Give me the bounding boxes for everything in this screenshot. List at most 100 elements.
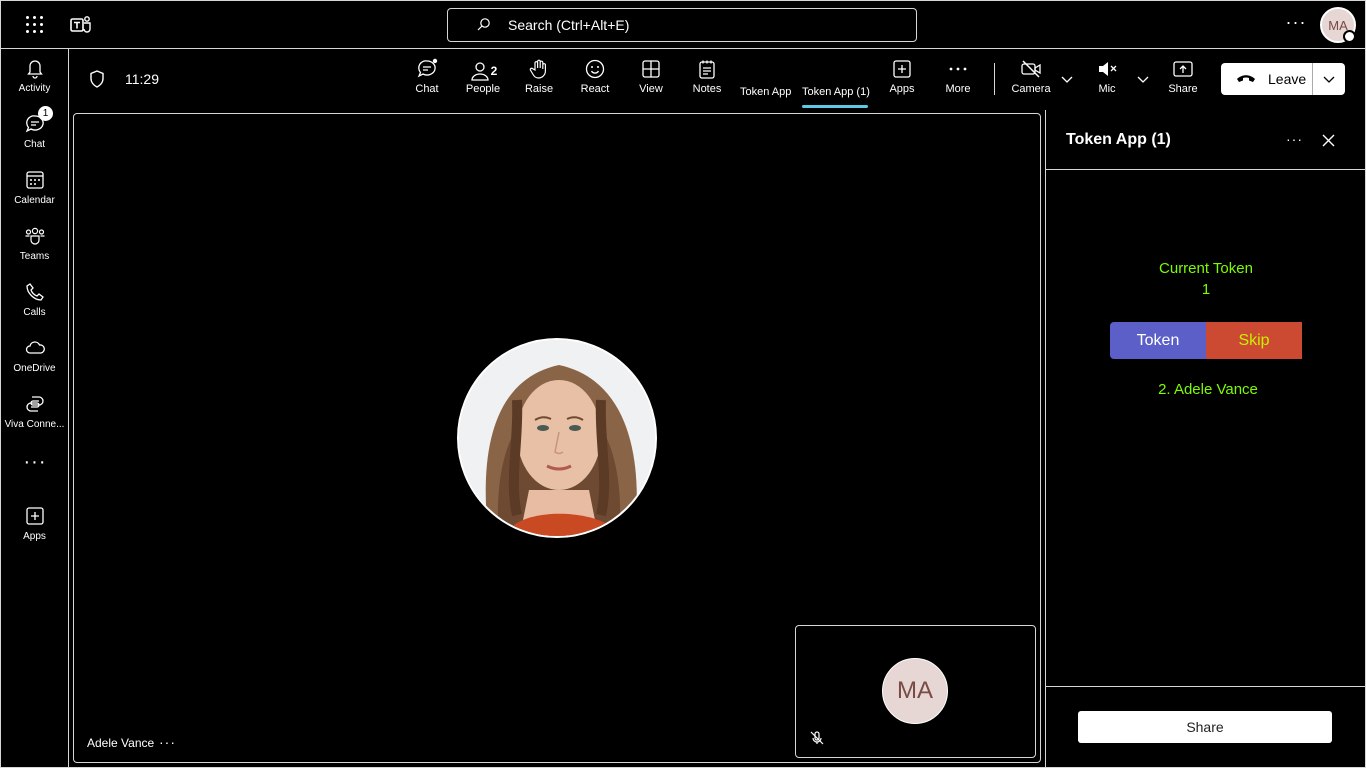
leave-button[interactable]: Leave — [1221, 63, 1345, 95]
people-count: 2 — [490, 63, 498, 78]
toolbar-label: People — [465, 83, 501, 95]
teams-logo-icon — [70, 16, 91, 33]
notes-icon — [699, 60, 715, 79]
more-icon — [949, 67, 967, 71]
current-token-block: Current Token 1 — [1106, 258, 1306, 300]
toolbar-share-button[interactable]: Share — [1167, 58, 1199, 104]
rail-label: Chat — [23, 139, 46, 150]
mic-muted-icon — [1099, 62, 1117, 76]
toolbar-label: Mic — [1098, 83, 1116, 95]
people-icon — [471, 61, 489, 81]
toolbar-mic-button[interactable]: Mic — [1093, 58, 1121, 104]
toolbar-label: Chat — [415, 83, 439, 95]
rail-item-teams[interactable]: Teams — [0, 217, 69, 271]
skip-button[interactable]: Skip — [1206, 322, 1302, 359]
toolbar-label: React — [580, 83, 610, 95]
user-avatar[interactable]: MA — [1320, 7, 1356, 43]
presence-indicator — [1343, 30, 1356, 43]
bell-icon — [26, 60, 43, 79]
rail-label: Viva Conne... — [4, 419, 65, 430]
toolbar-label: Share — [1168, 83, 1198, 95]
panel-divider — [1045, 110, 1046, 768]
toolbar-label: Notes — [692, 83, 722, 95]
rail-item-activity[interactable]: Activity — [0, 49, 69, 103]
toolbar-people-button[interactable]: 2 People — [465, 58, 501, 104]
panel-header-divider — [1046, 169, 1366, 170]
participant-avatar-adele-vance[interactable] — [457, 338, 657, 538]
participant-photo — [459, 340, 655, 536]
current-token-value: 1 — [1201, 281, 1211, 298]
rail-label: Teams — [19, 251, 50, 262]
more-options-icon[interactable]: ··· — [1284, 13, 1308, 37]
rail-label: Calendar — [14, 195, 55, 206]
search-input[interactable]: Search (Ctrl+Alt+E) — [447, 8, 917, 42]
rail-item-apps[interactable]: Apps — [0, 497, 69, 551]
tab-token-app-1[interactable]: Token App (1) — [802, 86, 870, 98]
mic-off-icon — [810, 731, 824, 745]
rail-label: Apps — [23, 531, 46, 542]
rail-item-viva-connections[interactable]: Viva Conne... — [0, 385, 69, 439]
toolbar-notes-button[interactable]: Notes — [692, 58, 722, 104]
rail-item-calls[interactable]: Calls — [0, 273, 69, 327]
left-rail: Activity 1 Chat Calendar Teams Calls One… — [0, 49, 69, 768]
cloud-icon — [25, 341, 45, 354]
close-icon[interactable] — [1321, 133, 1336, 148]
rail-item-onedrive[interactable]: OneDrive — [0, 329, 69, 383]
rail-label: Activity — [18, 83, 51, 94]
search-placeholder: Search (Ctrl+Alt+E) — [508, 17, 630, 33]
mic-options-chevron-icon[interactable] — [1136, 72, 1150, 86]
active-tab-indicator — [802, 105, 868, 108]
share-screen-icon — [1173, 61, 1193, 77]
toolbar-label: Camera — [1011, 83, 1051, 95]
rail-item-chat[interactable]: 1 Chat — [0, 105, 69, 159]
smiley-icon — [585, 59, 605, 79]
leave-options-chevron-icon[interactable] — [1322, 72, 1336, 86]
rail-item-calendar[interactable]: Calendar — [0, 161, 69, 215]
self-initials: MA — [897, 677, 933, 704]
self-avatar: MA — [882, 658, 948, 724]
queue-list-item: 2. Adele Vance — [1158, 381, 1258, 398]
toolbar-label: Raise — [524, 83, 554, 95]
toolbar-view-button[interactable]: View — [637, 58, 665, 104]
add-app-icon — [893, 60, 911, 78]
add-app-icon — [25, 507, 44, 525]
toolbar-more-button[interactable]: More — [943, 58, 973, 104]
leave-label: Leave — [1268, 71, 1307, 87]
participant-more-icon[interactable]: ··· — [159, 734, 176, 750]
app-launcher-icon[interactable] — [24, 14, 46, 36]
current-token-label: Current Token — [1159, 260, 1253, 277]
meeting-timer: 11:29 — [125, 71, 159, 87]
toolbar-divider — [994, 63, 995, 95]
unread-badge: 1 — [38, 106, 53, 121]
calendar-icon — [25, 171, 44, 189]
toolbar-raise-button[interactable]: Raise — [525, 58, 553, 104]
tab-token-app[interactable]: Token App — [740, 86, 791, 98]
shield-icon[interactable] — [88, 69, 106, 89]
more-apps-icon[interactable]: ··· — [23, 452, 47, 472]
leave-divider — [1312, 63, 1313, 95]
camera-off-icon — [1021, 60, 1041, 78]
toolbar-label: More — [945, 83, 971, 95]
panel-title: Token App (1) — [1066, 131, 1171, 148]
viva-connections-icon — [25, 396, 44, 412]
toolbar-camera-button[interactable]: Camera — [1011, 58, 1051, 104]
toolbar-chat-button[interactable]: Chat — [413, 58, 441, 104]
toolbar-react-button[interactable]: React — [581, 58, 609, 104]
chat-icon — [417, 58, 438, 78]
panel-share-button[interactable]: Share — [1078, 711, 1332, 743]
raise-hand-icon — [529, 59, 546, 79]
teams-icon — [25, 227, 44, 245]
toolbar-apps-button[interactable]: Apps — [888, 58, 916, 104]
rail-label: Calls — [23, 307, 46, 318]
participant-name: Adele Vance — [87, 736, 155, 750]
phone-icon — [25, 283, 44, 301]
camera-options-chevron-icon[interactable] — [1060, 72, 1074, 86]
panel-footer-divider — [1046, 686, 1366, 687]
top-bar: Search (Ctrl+Alt+E) ··· MA — [0, 0, 1366, 49]
hang-up-icon — [1237, 75, 1255, 82]
search-icon — [477, 18, 490, 31]
token-button[interactable]: Token — [1110, 322, 1206, 359]
grid-view-icon — [642, 60, 660, 78]
panel-more-icon[interactable]: ··· — [1286, 131, 1303, 147]
toolbar-label: Apps — [889, 83, 915, 95]
